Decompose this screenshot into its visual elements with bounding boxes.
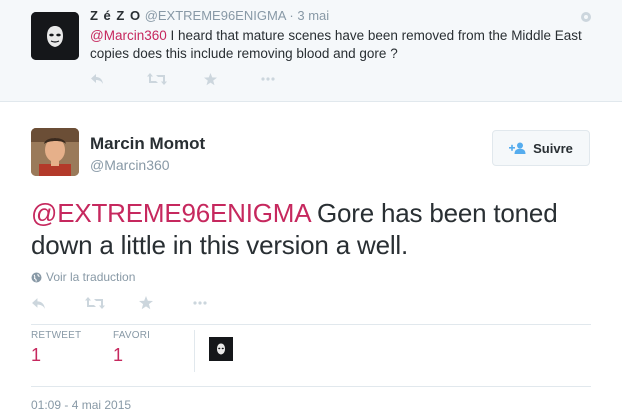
mask-avatar-icon [209, 337, 233, 361]
portrait-avatar-icon [31, 128, 79, 176]
tweet-mention[interactable]: @EXTREME96ENIGMA [31, 198, 310, 228]
favorite-stat-label: FAVORI [113, 330, 151, 341]
reply-header: Z é Z O @EXTREME96ENIGMA · 3 mai [90, 8, 329, 23]
mask-avatar-icon [31, 12, 79, 60]
retweet-stat[interactable]: RETWEET 1 [31, 330, 81, 366]
gear-icon[interactable] [580, 10, 592, 28]
translate-link[interactable]: Voir la traduction [31, 270, 135, 284]
tweet-timestamp[interactable]: 01:09 - 4 mai 2015 [31, 398, 131, 412]
reply-icon[interactable] [90, 70, 147, 88]
favorite-icon[interactable] [204, 70, 261, 88]
follow-button[interactable]: Suivre [492, 130, 590, 166]
reply-avatar[interactable] [31, 12, 79, 60]
divider-bottom [31, 386, 591, 387]
reply-fullname[interactable]: Z é Z O [90, 8, 141, 23]
follow-label: Suivre [533, 140, 573, 156]
favorite-stat[interactable]: FAVORI 1 [113, 330, 150, 366]
author-screenname[interactable]: @Marcin360 [90, 157, 170, 173]
retweet-stat-label: RETWEET [31, 330, 82, 341]
retweet-icon[interactable] [85, 294, 139, 312]
follow-user-icon [509, 142, 526, 154]
more-icon[interactable] [261, 70, 318, 88]
more-icon[interactable] [193, 294, 247, 312]
favoriter-avatar[interactable] [209, 337, 233, 361]
retweet-count: 1 [31, 345, 42, 365]
reply-text: @Marcin360 I heard that mature scenes ha… [90, 27, 590, 63]
favorite-count: 1 [113, 345, 124, 365]
reply-separator: · [289, 8, 294, 23]
favorite-icon[interactable] [139, 294, 193, 312]
retweet-icon[interactable] [147, 70, 204, 88]
reply-tweet[interactable]: Z é Z O @EXTREME96ENIGMA · 3 mai @Marcin… [0, 0, 622, 102]
tweet-actions [31, 294, 247, 312]
divider-top [31, 324, 591, 325]
globe-icon [31, 272, 42, 282]
author-fullname[interactable]: Marcin Momot [90, 134, 205, 154]
reply-actions [90, 70, 318, 88]
reply-screenname[interactable]: @EXTREME96ENIGMA [145, 8, 286, 23]
tweet-text: @EXTREME96ENIGMA Gore has been toned dow… [31, 197, 601, 261]
reply-icon[interactable] [31, 294, 85, 312]
stats-separator [194, 330, 195, 372]
reply-time[interactable]: 3 mai [297, 8, 329, 23]
translate-label: Voir la traduction [46, 270, 136, 284]
author-avatar[interactable] [31, 128, 79, 176]
reply-mention[interactable]: @Marcin360 [90, 28, 167, 43]
